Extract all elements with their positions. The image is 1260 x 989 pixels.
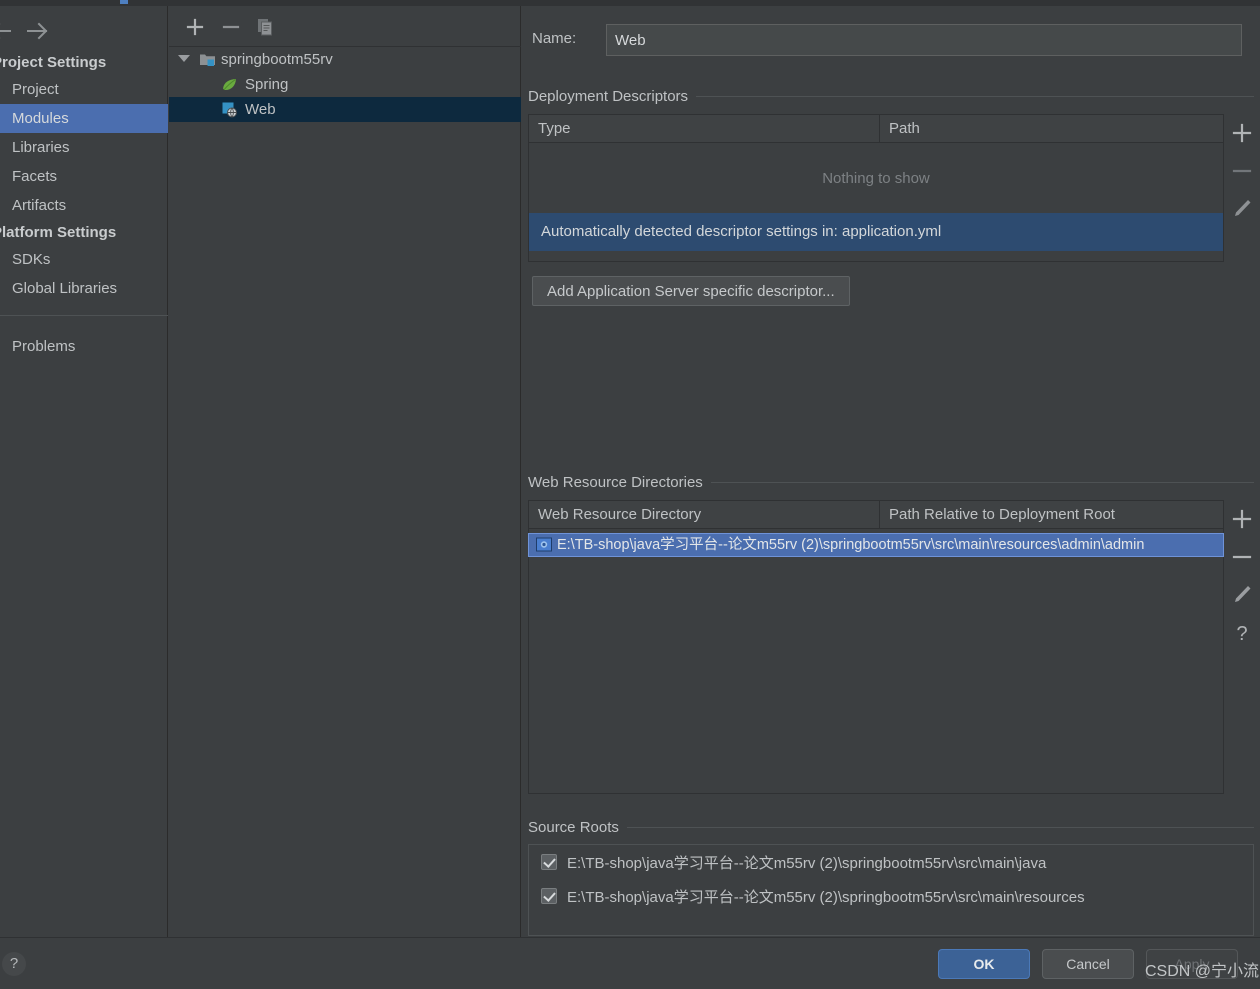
- group-rule: [710, 482, 1254, 483]
- module-name-row: Name:: [532, 24, 1250, 56]
- web-resource-directory-path: E:\TB-shop\java学习平台--论文m55rv (2)\springb…: [557, 537, 1145, 553]
- svg-text:?: ?: [1236, 623, 1247, 645]
- tree-node-web[interactable]: Web: [169, 97, 521, 122]
- arrow-right-icon[interactable]: [24, 20, 54, 42]
- arrow-left-icon[interactable]: [0, 20, 18, 42]
- module-detail-pane: Name: Deployment Descriptors Type Path N…: [522, 6, 1260, 937]
- web-resource-rows: E:\TB-shop\java学习平台--论文m55rv (2)\springb…: [528, 529, 1224, 557]
- source-root-checkbox[interactable]: [541, 888, 557, 904]
- sidebar-navigation: [0, 14, 168, 48]
- add-application-server-descriptor-button[interactable]: Add Application Server specific descript…: [532, 276, 850, 306]
- pencil-icon[interactable]: [1224, 576, 1260, 614]
- list-item[interactable]: E:\TB-shop\java学习平台--论文m55rv (2)\springb…: [529, 845, 1253, 879]
- minus-icon[interactable]: [219, 15, 243, 39]
- source-root-path: E:\TB-shop\java学习平台--论文m55rv (2)\springb…: [567, 888, 1085, 906]
- sidebar-item-libraries[interactable]: Libraries: [0, 133, 168, 162]
- web-resource-directories-toolbar: ?: [1224, 500, 1260, 652]
- copy-icon[interactable]: [253, 15, 277, 39]
- table-row[interactable]: E:\TB-shop\java学习平台--论文m55rv (2)\springb…: [528, 533, 1224, 557]
- settings-sidebar: Project Settings Project Modules Librari…: [0, 6, 168, 937]
- sidebar-group-project-settings: Project Settings: [0, 54, 107, 71]
- tree-node-label: Spring: [245, 76, 289, 93]
- chevron-down-icon[interactable]: [178, 55, 190, 62]
- plus-icon[interactable]: [1224, 500, 1260, 538]
- auto-detected-descriptor-banner[interactable]: Automatically detected descriptor settin…: [529, 213, 1223, 251]
- source-roots-list: E:\TB-shop\java学习平台--论文m55rv (2)\springb…: [528, 844, 1254, 936]
- web-resource-directories-table: Web Resource Directory Path Relative to …: [528, 500, 1224, 794]
- table-header-row: Type Path: [529, 115, 1223, 143]
- deployment-descriptors-title: Deployment Descriptors: [528, 88, 689, 105]
- tree-node-spring[interactable]: Spring: [169, 72, 521, 97]
- spring-leaf-icon: [221, 76, 238, 93]
- web-facet-icon: [221, 101, 238, 118]
- dialog-footer: ? OK Cancel Apply: [0, 937, 1260, 989]
- tree-node-springbootm55rv[interactable]: springbootm55rv: [169, 47, 521, 72]
- column-header-path[interactable]: Path: [879, 115, 1223, 142]
- question-mark-icon[interactable]: ?: [1224, 614, 1260, 652]
- web-resource-folder-icon: [536, 537, 552, 552]
- empty-text: Nothing to show: [822, 169, 930, 187]
- module-folder-icon: [199, 51, 216, 68]
- column-header-type[interactable]: Type: [529, 115, 879, 142]
- minus-icon[interactable]: [1224, 538, 1260, 576]
- window-tab-indicator: [120, 0, 128, 4]
- ok-button[interactable]: OK: [938, 949, 1030, 979]
- table-header-row: Web Resource Directory Path Relative to …: [529, 501, 1223, 529]
- module-tree: springbootm55rv Spring Web: [169, 47, 521, 122]
- tree-node-label: Web: [245, 101, 276, 118]
- plus-icon[interactable]: [183, 15, 207, 39]
- deployment-descriptors-table: Type Path Nothing to show Automatically …: [528, 114, 1224, 262]
- cancel-button[interactable]: Cancel: [1042, 949, 1134, 979]
- module-tree-panel: springbootm55rv Spring Web: [169, 6, 521, 937]
- sidebar-list: Project Settings Project Modules Librari…: [0, 50, 168, 361]
- sidebar-item-facets[interactable]: Facets: [0, 162, 168, 191]
- sidebar-group-platform-settings: Platform Settings: [0, 224, 117, 241]
- module-name-input[interactable]: [606, 24, 1242, 56]
- web-resource-directories-group-header: Web Resource Directories: [528, 474, 1254, 491]
- minus-icon[interactable]: [1224, 152, 1260, 190]
- module-tree-toolbar: [169, 6, 521, 46]
- group-rule: [696, 96, 1254, 97]
- source-root-path: E:\TB-shop\java学习平台--论文m55rv (2)\springb…: [567, 854, 1047, 872]
- module-name-label: Name:: [532, 30, 577, 47]
- sidebar-item-sdks[interactable]: SDKs: [0, 245, 168, 274]
- column-header-web-resource-directory[interactable]: Web Resource Directory: [529, 501, 879, 528]
- project-structure-dialog: Project Settings Project Modules Librari…: [0, 0, 1260, 989]
- source-root-checkbox[interactable]: [541, 854, 557, 870]
- sidebar-item-artifacts[interactable]: Artifacts: [0, 191, 168, 220]
- watermark: CSDN @宁小流: [1145, 963, 1260, 980]
- sidebar-item-modules[interactable]: Modules: [0, 104, 168, 133]
- deployment-descriptors-group-header: Deployment Descriptors: [528, 88, 1254, 105]
- source-roots-title: Source Roots: [528, 819, 619, 836]
- plus-icon[interactable]: [1224, 114, 1260, 152]
- sidebar-divider: [0, 315, 168, 316]
- list-item[interactable]: E:\TB-shop\java学习平台--论文m55rv (2)\springb…: [529, 879, 1253, 913]
- sidebar-item-problems[interactable]: Problems: [0, 332, 168, 361]
- pencil-icon[interactable]: [1224, 190, 1260, 228]
- source-roots-group-header: Source Roots: [528, 819, 1254, 836]
- column-header-path-relative[interactable]: Path Relative to Deployment Root: [879, 501, 1223, 528]
- table-empty-state: Nothing to show: [529, 143, 1223, 213]
- tree-node-label: springbootm55rv: [221, 51, 333, 68]
- question-mark-icon[interactable]: ?: [2, 952, 26, 976]
- deployment-descriptors-toolbar: [1224, 114, 1260, 228]
- web-resource-directories-title: Web Resource Directories: [528, 474, 703, 491]
- sidebar-item-global-libraries[interactable]: Global Libraries: [0, 274, 168, 303]
- sidebar-item-project[interactable]: Project: [0, 75, 168, 104]
- group-rule: [626, 827, 1254, 828]
